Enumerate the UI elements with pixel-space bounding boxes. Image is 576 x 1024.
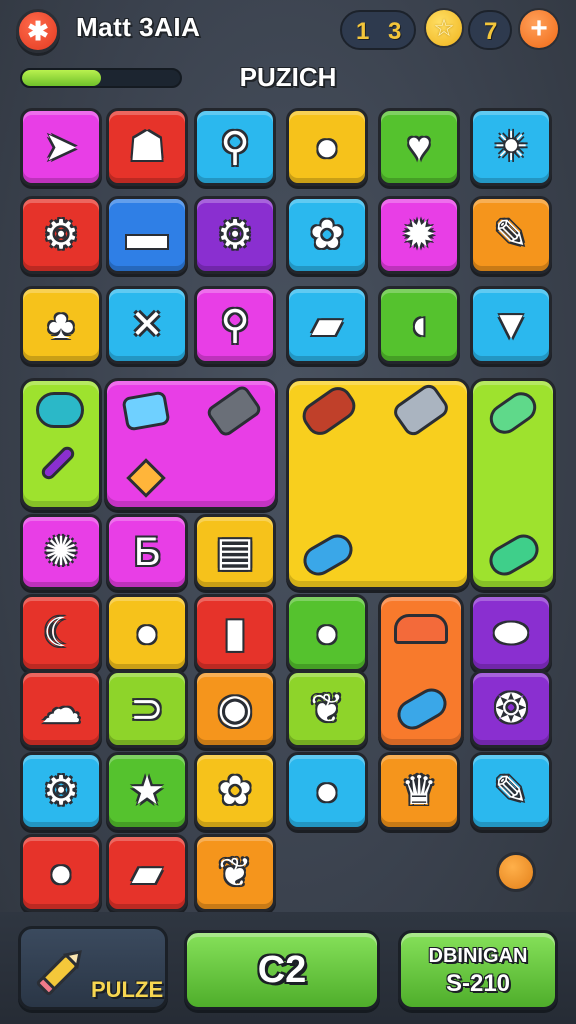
carrot-icon: ▼ — [491, 303, 531, 347]
tile-apple[interactable]: ● — [106, 594, 188, 672]
lemon-icon: ⬬ — [493, 611, 529, 655]
tile-paper-plane[interactable]: ➤ — [20, 108, 102, 186]
virus-icon: ✺ — [44, 530, 78, 574]
key-icon: ⚲ — [220, 125, 250, 169]
tile-gear[interactable]: ⚙ — [20, 752, 102, 830]
bone-icon: ♥ — [407, 125, 431, 169]
roll-icon: ◉ — [217, 687, 253, 731]
tile-gear[interactable]: ⚙ — [20, 196, 102, 274]
tile-hook[interactable]: ⊃ — [106, 670, 188, 748]
robot-icon: ☗ — [129, 125, 165, 169]
tile-pencil[interactable]: ✎ — [470, 752, 552, 830]
crossed-sticks-icon: ✕ — [130, 303, 164, 347]
apple-icon: ● — [134, 611, 160, 655]
pencil-icon — [36, 950, 82, 996]
tile-candy[interactable]: ▬ — [106, 196, 188, 274]
tile-frog[interactable]: ♣ — [20, 286, 102, 364]
tile-sun[interactable]: ✹ — [378, 196, 460, 274]
tomato-icon: ● — [314, 769, 340, 813]
hint-button[interactable]: PULZE — [18, 926, 168, 1010]
score-label: C2 — [257, 948, 307, 991]
macaron-icon — [36, 392, 84, 428]
bonus-title: DBINIGAN — [428, 945, 528, 967]
tile-cookie[interactable]: ❂ — [470, 670, 552, 748]
pencil-icon: ✎ — [494, 213, 528, 257]
gear-icon: ⚙ — [217, 213, 253, 257]
tile-moon[interactable]: ☾ — [20, 594, 102, 672]
tile-roll[interactable]: ◉ — [194, 670, 276, 748]
tile-virus[interactable]: ✺ — [20, 514, 102, 590]
tile-bandage[interactable]: ▰ — [286, 286, 368, 364]
bonus-button[interactable]: DBINIGAN S-210 — [398, 930, 558, 1010]
tile-fish[interactable]: ◖ — [378, 286, 460, 364]
moon-icon: ☾ — [43, 611, 79, 655]
tile-can[interactable]: ▤ — [194, 514, 276, 590]
tile-trophy[interactable]: ♛ — [378, 752, 460, 830]
tile-crossed-sticks[interactable]: ✕ — [106, 286, 188, 364]
candy-icon: ▬ — [127, 213, 167, 257]
tile-leaf[interactable]: ❦ — [194, 834, 276, 912]
beet-icon: ● — [314, 125, 340, 169]
flower-icon: ✿ — [218, 769, 252, 813]
tile-flower[interactable]: ✿ — [286, 196, 368, 274]
tile-battery[interactable]: ▮ — [194, 594, 276, 672]
game-board: ➤ ☗ ⚲ ● ♥ ☀ ⚙ ▬ ⚙ ✿ ✹ ✎ ♣ ✕ ⚲ ▰ ◖ ▼ ✺ Ƃ ▤ ☾ ● ▮ ● ⬬ ☁ ⊃ ◉ ❦ ❂ ⚙ ★ ✿ ● ♛ ✎ ● ▰ ❦ — [0, 0, 576, 1024]
tile-carrot[interactable]: ▼ — [470, 286, 552, 364]
tile-pencil[interactable]: ✎ — [470, 196, 552, 274]
letter-b-icon: Ƃ — [133, 530, 161, 574]
tile-orange[interactable]: ● — [20, 834, 102, 912]
tile-robot[interactable]: ☗ — [106, 108, 188, 186]
tile-lemon[interactable]: ⬬ — [470, 594, 552, 672]
tile-magnifier[interactable]: ⚲ — [194, 286, 276, 364]
orange-icon: ● — [48, 851, 74, 895]
leaf-icon: ❦ — [310, 687, 344, 731]
tile-berry[interactable]: ● — [286, 594, 368, 672]
paper-plane-icon: ➤ — [44, 125, 78, 169]
tile-beet[interactable]: ● — [286, 108, 368, 186]
frog-icon: ♣ — [47, 303, 75, 347]
tile-letter-b[interactable]: Ƃ — [106, 514, 188, 590]
bandage-icon: ▰ — [311, 303, 343, 347]
tile-tomato[interactable]: ● — [286, 752, 368, 830]
trophy-icon: ♛ — [401, 769, 437, 813]
sun-icon: ☀ — [493, 125, 529, 169]
can-icon: ▤ — [216, 530, 254, 574]
orange-icon[interactable] — [496, 852, 536, 892]
salmon-icon — [394, 614, 448, 644]
cookie-icon: ❂ — [494, 687, 528, 731]
tile-potion[interactable]: ▰ — [106, 834, 188, 912]
tile-sun[interactable]: ☀ — [470, 108, 552, 186]
star-icon: ★ — [129, 769, 165, 813]
tile-flower[interactable]: ✿ — [194, 752, 276, 830]
score-button[interactable]: C2 — [184, 930, 380, 1010]
tile-ghost[interactable]: ☁ — [20, 670, 102, 748]
battery-icon: ▮ — [223, 611, 246, 655]
potion-icon: ▰ — [131, 851, 163, 895]
leaf-icon: ❦ — [218, 851, 252, 895]
hook-icon: ⊃ — [130, 687, 164, 731]
tile-star[interactable]: ★ — [106, 752, 188, 830]
hint-label: PULZE — [91, 977, 164, 1002]
gear-icon: ⚙ — [43, 769, 79, 813]
tile-leaf[interactable]: ❦ — [286, 670, 368, 748]
fish-icon: ◖ — [406, 303, 432, 347]
gear-icon: ⚙ — [43, 213, 79, 257]
magnifier-icon: ⚲ — [220, 303, 250, 347]
pencil-icon: ✎ — [494, 769, 528, 813]
ghost-icon: ☁ — [41, 687, 81, 731]
tile-gear[interactable]: ⚙ — [194, 196, 276, 274]
bonus-price: S-210 — [445, 970, 511, 997]
sun-icon: ✹ — [402, 213, 436, 257]
tile-key[interactable]: ⚲ — [194, 108, 276, 186]
flower-icon: ✿ — [310, 213, 344, 257]
tile-bone[interactable]: ♥ — [378, 108, 460, 186]
berry-icon: ● — [314, 611, 340, 655]
